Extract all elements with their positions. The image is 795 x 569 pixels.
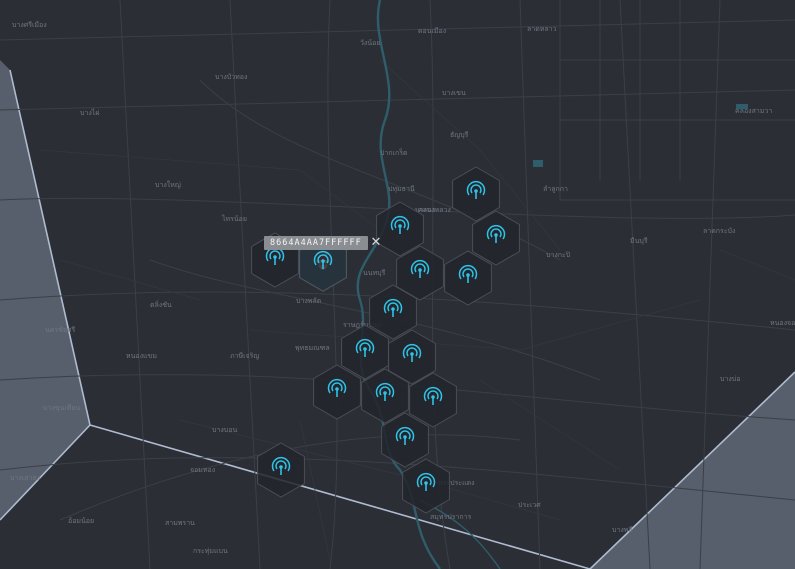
map-canvas[interactable]: บางศรีเมือง บางไผ่ บางบัวทอง บางใหญ่ ไทรน้อย… bbox=[0, 0, 795, 569]
hexagon-cell[interactable] bbox=[402, 458, 450, 514]
hexagon-cell[interactable] bbox=[444, 250, 492, 306]
close-tooltip-button[interactable]: ✕ bbox=[369, 235, 383, 251]
hexagon-cell[interactable] bbox=[313, 364, 361, 420]
hexagon-cell[interactable] bbox=[257, 442, 305, 498]
cell-id-tooltip: 8664A4AA7FFFFFF bbox=[264, 236, 368, 250]
h3-hexagon-layer[interactable] bbox=[0, 0, 795, 569]
